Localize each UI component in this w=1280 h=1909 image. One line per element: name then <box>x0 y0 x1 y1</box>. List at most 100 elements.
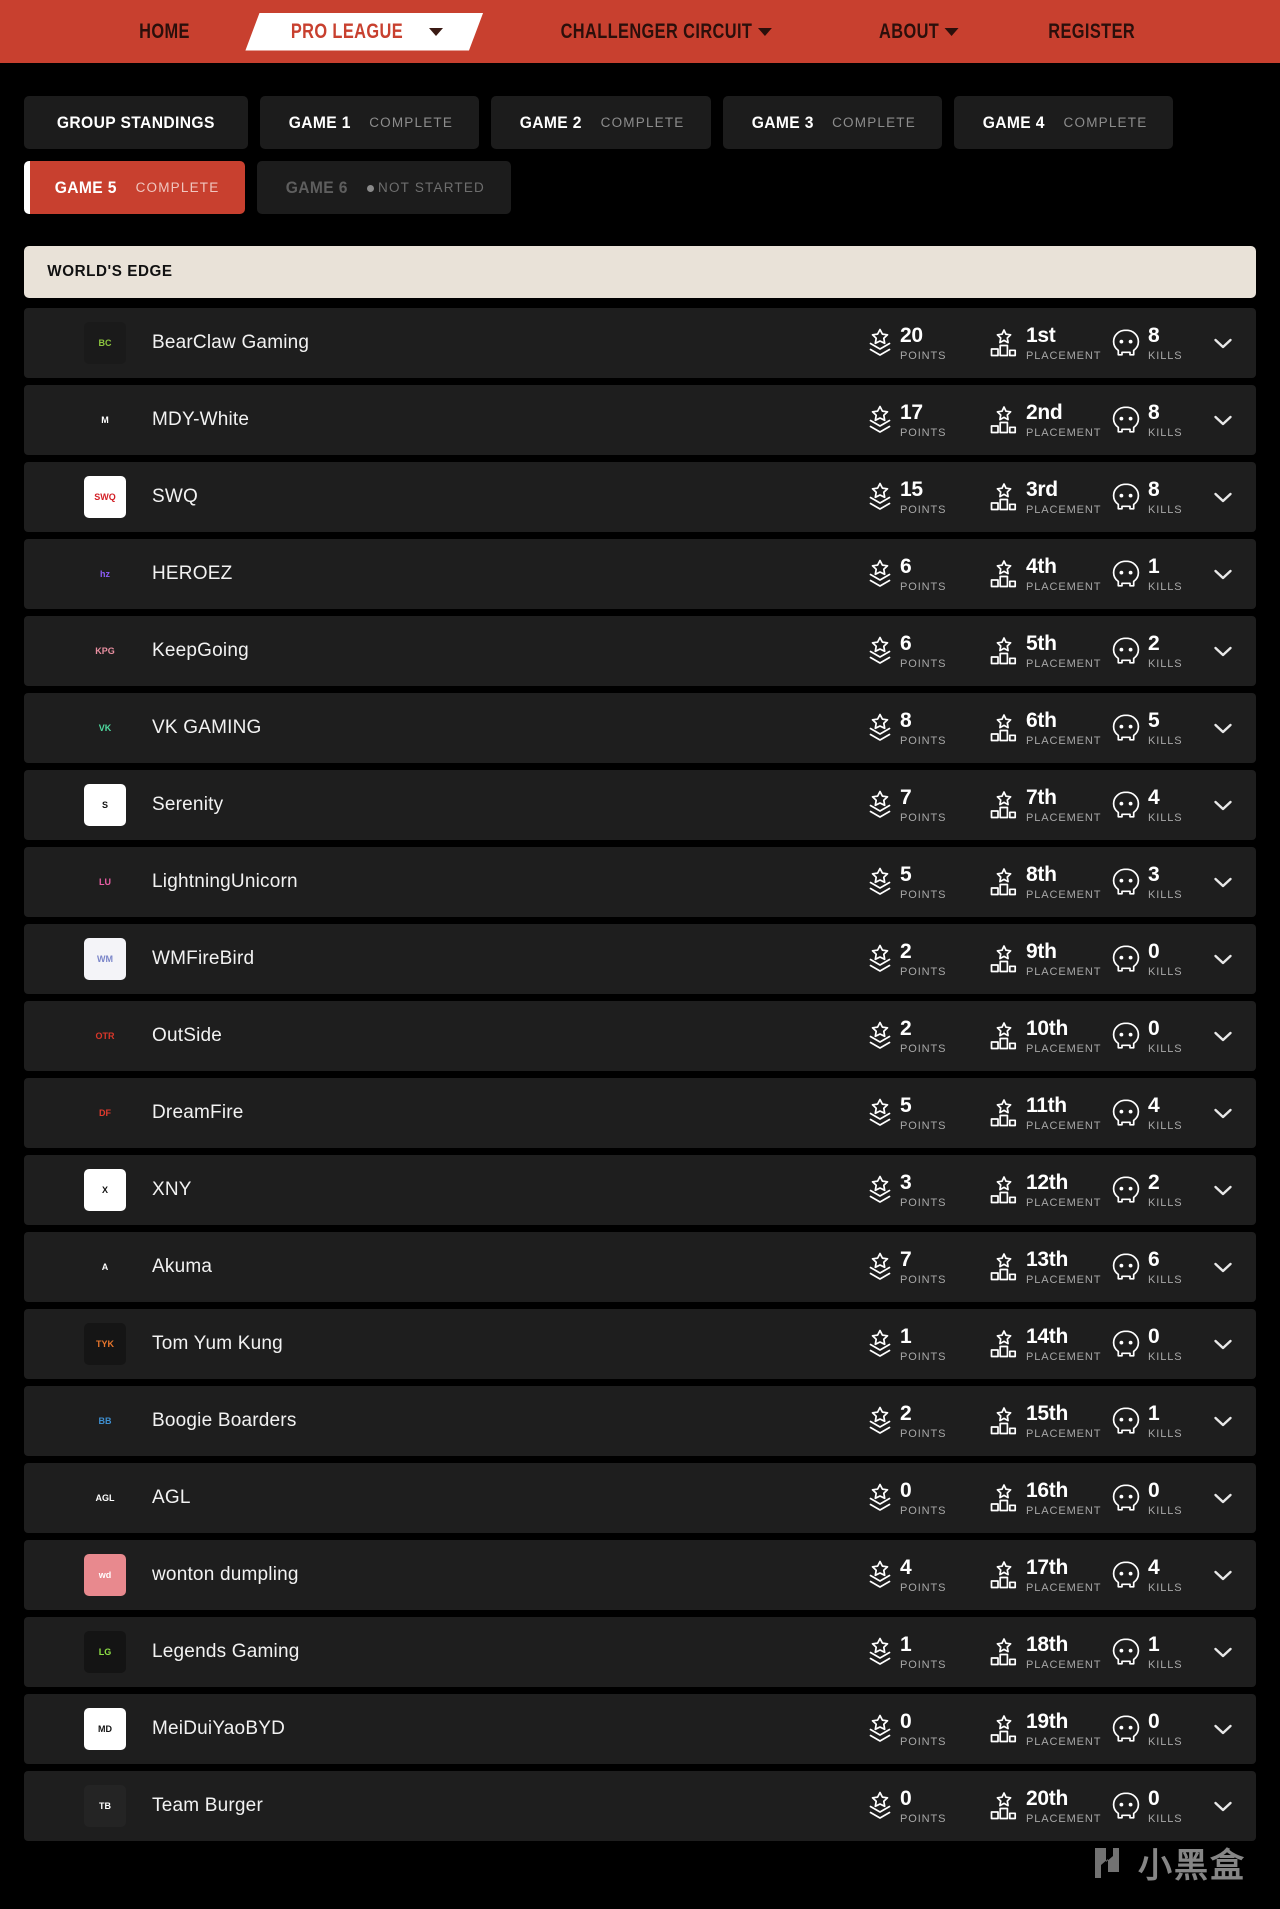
tab-game-2[interactable]: GAME 2 COMPLETE <box>491 96 711 149</box>
stat-points: 7 POINTS <box>867 1249 989 1286</box>
expand-row-chevron-down-icon[interactable] <box>1206 337 1240 350</box>
team-stats: 1 POINTS 18th PLACEMENT 1 KILLS <box>867 1634 1240 1671</box>
tab-label: GAME 4 <box>982 112 1045 132</box>
stat-points-caption: POINTS <box>900 965 947 978</box>
tab-game-3[interactable]: GAME 3 COMPLETE <box>722 96 942 149</box>
tab-game-1[interactable]: GAME 1 COMPLETE <box>259 96 480 149</box>
team-stats: 6 POINTS 4th PLACEMENT 1 KILLS <box>867 556 1240 593</box>
table-row[interactable]: A Akuma 7 POINTS 13th PLACEMENT 6 KILLS <box>24 1232 1256 1302</box>
stat-points-value: 7 <box>900 1247 912 1271</box>
expand-row-chevron-down-icon[interactable] <box>1206 1646 1240 1659</box>
stat-placement-caption: PLACEMENT <box>1026 734 1102 747</box>
expand-row-chevron-down-icon[interactable] <box>1206 1800 1240 1813</box>
team-stats: 0 POINTS 16th PLACEMENT 0 KILLS <box>867 1480 1240 1517</box>
stat-points-icon <box>867 1021 893 1051</box>
stat-placement-caption: PLACEMENT <box>1026 1350 1102 1363</box>
expand-row-chevron-down-icon[interactable] <box>1206 1415 1240 1428</box>
nav-item-register[interactable]: REGISTER <box>1022 20 1162 44</box>
stat-points: 17 POINTS <box>867 402 989 439</box>
stat-placement: 13th PLACEMENT <box>989 1249 1111 1286</box>
expand-row-chevron-down-icon[interactable] <box>1206 414 1240 427</box>
stat-kills-value: 4 <box>1148 1555 1160 1579</box>
table-row[interactable]: TYK Tom Yum Kung 1 POINTS 14th PLACEMENT 0 K… <box>24 1309 1256 1379</box>
expand-row-chevron-down-icon[interactable] <box>1206 722 1240 735</box>
nav-item-home[interactable]: HOME <box>113 20 217 44</box>
stat-points-value: 1 <box>900 1324 912 1348</box>
expand-row-chevron-down-icon[interactable] <box>1206 1723 1240 1736</box>
expand-row-chevron-down-icon[interactable] <box>1206 1492 1240 1505</box>
stat-placement-value: 7th <box>1026 785 1057 809</box>
expand-row-chevron-down-icon[interactable] <box>1206 645 1240 658</box>
stat-kills-value: 4 <box>1148 1093 1160 1117</box>
stat-placement-caption: PLACEMENT <box>1026 1581 1102 1594</box>
stat-kills-icon <box>1111 1329 1141 1360</box>
stat-points-icon <box>867 1791 893 1821</box>
stat-kills-icon <box>1111 790 1141 821</box>
stat-points: 5 POINTS <box>867 864 989 901</box>
stat-points-icon <box>867 1098 893 1128</box>
table-row[interactable]: WM WMFireBird 2 POINTS 9th PLACEMENT 0 KILLS <box>24 924 1256 994</box>
stat-placement-icon <box>989 559 1019 589</box>
table-row[interactable]: VK VK GAMING 8 POINTS 6th PLACEMENT 5 KILLS <box>24 693 1256 763</box>
tab-game-4[interactable]: GAME 4 COMPLETE <box>953 96 1174 149</box>
stat-kills-caption: KILLS <box>1148 1581 1183 1594</box>
stat-placement: 4th PLACEMENT <box>989 556 1111 593</box>
stat-points-caption: POINTS <box>900 1658 947 1671</box>
team-stats: 2 POINTS 9th PLACEMENT 0 KILLS <box>867 941 1240 978</box>
expand-row-chevron-down-icon[interactable] <box>1206 799 1240 812</box>
table-row[interactable]: SWQ SWQ 15 POINTS 3rd PLACEMENT 8 KILLS <box>24 462 1256 532</box>
table-row[interactable]: KPG KeepGoing 6 POINTS 5th PLACEMENT 2 KILLS <box>24 616 1256 686</box>
stat-kills-caption: KILLS <box>1148 426 1183 439</box>
stat-kills-icon <box>1111 636 1141 667</box>
expand-row-chevron-down-icon[interactable] <box>1206 1107 1240 1120</box>
stat-points-icon <box>867 1406 893 1436</box>
team-name: wonton dumpling <box>152 1564 299 1585</box>
team-stats: 7 POINTS 7th PLACEMENT 4 KILLS <box>867 787 1240 824</box>
stat-points-caption: POINTS <box>900 503 947 516</box>
table-row[interactable]: wd wonton dumpling 4 POINTS 17th PLACEMENT … <box>24 1540 1256 1610</box>
table-row[interactable]: TB Team Burger 0 POINTS 20th PLACEMENT 0 KIL… <box>24 1771 1256 1841</box>
table-row[interactable]: hz HEROEZ 6 POINTS 4th PLACEMENT 1 KILLS <box>24 539 1256 609</box>
stat-kills-value: 4 <box>1148 785 1160 809</box>
team-logo-icon: LG <box>84 1631 126 1673</box>
stat-placement: 10th PLACEMENT <box>989 1018 1111 1055</box>
expand-row-chevron-down-icon[interactable] <box>1206 1261 1240 1274</box>
nav-item-challenger-circuit[interactable]: CHALLENGER CIRCUIT <box>534 20 797 44</box>
tab-group-standings[interactable]: GROUP STANDINGS <box>24 96 248 149</box>
nav-item-pro-league[interactable]: PRO LEAGUE <box>245 12 484 51</box>
stat-placement: 2nd PLACEMENT <box>989 402 1111 439</box>
table-row[interactable]: DF DreamFire 5 POINTS 11th PLACEMENT 4 KILLS <box>24 1078 1256 1148</box>
stat-kills-caption: KILLS <box>1148 349 1183 362</box>
stat-points-icon <box>867 559 893 589</box>
team-name: Legends Gaming <box>152 1641 300 1662</box>
expand-row-chevron-down-icon[interactable] <box>1206 491 1240 504</box>
table-row[interactable]: AGL AGL 0 POINTS 16th PLACEMENT 0 KILLS <box>24 1463 1256 1533</box>
stat-points-caption: POINTS <box>900 580 947 593</box>
stat-points-value: 20 <box>900 323 923 347</box>
stat-kills-caption: KILLS <box>1148 734 1183 747</box>
tab-game-5[interactable]: GAME 5 COMPLETE <box>24 161 246 214</box>
table-row[interactable]: BB Boogie Boarders 2 POINTS 15th PLACEMENT … <box>24 1386 1256 1456</box>
expand-row-chevron-down-icon[interactable] <box>1206 1184 1240 1197</box>
table-row[interactable]: S Serenity 7 POINTS 7th PLACEMENT 4 KILLS <box>24 770 1256 840</box>
expand-row-chevron-down-icon[interactable] <box>1206 1030 1240 1043</box>
table-row[interactable]: MD MeiDuiYaoBYD 0 POINTS 19th PLACEMENT 0 KI… <box>24 1694 1256 1764</box>
stat-placement-icon <box>989 405 1019 435</box>
table-row[interactable]: X XNY 3 POINTS 12th PLACEMENT 2 KILLS <box>24 1155 1256 1225</box>
table-row[interactable]: LU LightningUnicorn 5 POINTS 8th PLACEMENT … <box>24 847 1256 917</box>
stat-points-caption: POINTS <box>900 734 947 747</box>
stat-points-value: 5 <box>900 1093 912 1117</box>
tab-game-6[interactable]: GAME 6 NOT STARTED <box>257 161 511 214</box>
table-row[interactable]: OTR OutSide 2 POINTS 10th PLACEMENT 0 KILLS <box>24 1001 1256 1071</box>
nav-item-about[interactable]: ABOUT <box>853 20 984 44</box>
expand-row-chevron-down-icon[interactable] <box>1206 1569 1240 1582</box>
tab-status-badge: COMPLETE <box>832 115 916 130</box>
table-row[interactable]: M MDY-White 17 POINTS 2nd PLACEMENT 8 KILLS <box>24 385 1256 455</box>
table-row[interactable]: LG Legends Gaming 1 POINTS 18th PLACEMENT 1… <box>24 1617 1256 1687</box>
expand-row-chevron-down-icon[interactable] <box>1206 953 1240 966</box>
expand-row-chevron-down-icon[interactable] <box>1206 1338 1240 1351</box>
table-row[interactable]: BC BearClaw Gaming 20 POINTS 1st PLACEMENT … <box>24 308 1256 378</box>
nav-item-pro-league-label: PRO LEAGUE <box>291 19 404 43</box>
expand-row-chevron-down-icon[interactable] <box>1206 568 1240 581</box>
expand-row-chevron-down-icon[interactable] <box>1206 876 1240 889</box>
